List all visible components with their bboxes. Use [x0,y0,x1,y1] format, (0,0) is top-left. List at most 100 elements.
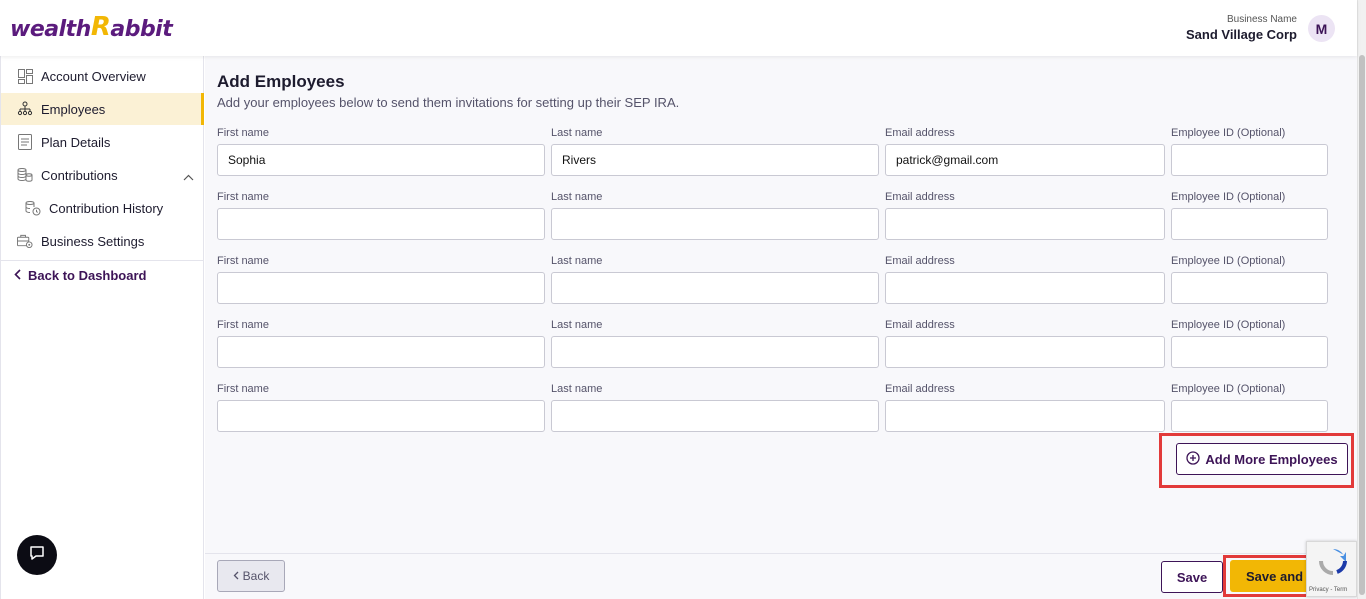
business-name-label: Business Name [1226,14,1297,25]
sidebar-item-label: Account Overview [41,68,146,84]
email-label: Email address [885,383,955,395]
employee-id-input[interactable] [1171,272,1328,304]
email-label: Email address [885,191,955,203]
last-name-field-group: Last name [551,127,879,176]
email-field-group: Email address [885,127,1165,176]
last-name-input[interactable] [551,208,879,240]
recaptcha-icon [1318,546,1348,576]
employee-row: First name Last name Email address Employee… [217,127,1357,191]
first-name-label: First name [217,191,269,203]
briefcase-settings-icon [17,233,33,249]
last-name-label: Last name [551,255,603,267]
employee-id-field-group: Employee ID (Optional) [1171,319,1328,368]
email-label: Email address [885,255,955,267]
first-name-input[interactable] [217,144,545,176]
sidebar-item-contribution-history[interactable]: Contribution History [1,192,204,224]
business-name: Sand Village Corp [1185,27,1297,42]
first-name-label: First name [217,319,269,331]
org-chart-icon [17,101,33,117]
first-name-input[interactable] [217,272,545,304]
top-header: wealth Rabbit Business Name Sand Village … [0,0,1357,56]
last-name-label: Last name [551,127,603,139]
business-info: Business Name Sand Village Corp [1186,14,1297,42]
last-name-input[interactable] [551,336,879,368]
last-name-field-group: Last name [551,319,879,368]
last-name-input[interactable] [551,400,879,432]
back-button[interactable]: Back [217,560,285,592]
chat-bubble-icon [28,544,46,567]
add-more-label: Add More Employees [1205,451,1338,467]
email-input[interactable] [885,208,1165,240]
employee-id-label: Employee ID (Optional) [1171,319,1286,331]
recaptcha-badge[interactable]: Privacy - Term [1306,541,1357,597]
back-to-dashboard-link[interactable]: Back to Dashboard [14,268,146,283]
history-coins-icon [25,200,41,216]
first-name-field-group: First name [217,255,545,304]
logo-text-r: R [90,12,111,42]
last-name-input[interactable] [551,272,879,304]
employee-id-label: Employee ID (Optional) [1171,383,1286,395]
last-name-label: Last name [551,383,603,395]
last-name-input[interactable] [551,144,879,176]
employee-id-field-group: Employee ID (Optional) [1171,191,1328,240]
email-input[interactable] [885,272,1165,304]
employee-row: First name Last name Email address Employee… [217,255,1357,319]
save-button[interactable]: Save [1161,561,1223,593]
add-more-employees-button[interactable]: Add More Employees [1176,443,1348,475]
sidebar-item-label: Employees [41,101,106,117]
employee-id-input[interactable] [1171,144,1328,176]
recaptcha-legal[interactable]: Privacy - Term [1309,587,1347,593]
employee-id-label: Employee ID (Optional) [1171,127,1286,139]
last-name-field-group: Last name [551,255,879,304]
chevron-up-icon[interactable] [183,169,194,184]
employee-id-input[interactable] [1171,208,1328,240]
employee-id-field-group: Employee ID (Optional) [1171,383,1328,432]
sidebar-item-label: Business Settings [41,233,145,249]
email-input[interactable] [885,144,1165,176]
sidebar-item-employees[interactable]: Employees [1,93,204,125]
chevron-left-icon [233,569,239,583]
email-field-group: Email address [885,191,1165,240]
first-name-field-group: First name [217,191,545,240]
first-name-input[interactable] [217,400,545,432]
chevron-left-icon [14,268,21,283]
first-name-field-group: First name [217,383,545,432]
sidebar-item-plan-details[interactable]: Plan Details [1,126,204,158]
email-input[interactable] [885,336,1165,368]
logo-text-suffix: abbit [110,17,173,42]
sidebar-item-label: Contributions [41,167,118,183]
first-name-input[interactable] [217,208,545,240]
last-name-field-group: Last name [551,383,879,432]
employee-id-field-group: Employee ID (Optional) [1171,127,1328,176]
employee-row: First name Last name Email address Employee… [217,191,1357,255]
employee-id-input[interactable] [1171,336,1328,368]
first-name-input[interactable] [217,336,545,368]
email-input[interactable] [885,400,1165,432]
footer-bar: Back Save Save and N Privacy - Term [205,541,1357,599]
sidebar-item-account-overview[interactable]: Account Overview [1,60,204,92]
last-name-field-group: Last name [551,191,879,240]
sidebar-item-contributions[interactable]: Contributions [1,159,204,191]
last-name-label: Last name [551,319,603,331]
vertical-scrollbar[interactable] [1357,0,1366,599]
email-label: Email address [885,127,955,139]
sidebar-divider [1,260,204,261]
employee-id-field-group: Employee ID (Optional) [1171,255,1328,304]
employee-id-label: Employee ID (Optional) [1171,255,1286,267]
page-subtitle: Add your employees below to send them in… [217,95,680,110]
wealthrabbit-logo[interactable]: wealth Rabbit [10,12,173,42]
first-name-label: First name [217,383,269,395]
sidebar: Account Overview Employees Plan Details … [0,56,204,599]
avatar[interactable]: M [1308,15,1335,42]
chat-button[interactable] [17,535,57,575]
email-field-group: Email address [885,319,1165,368]
document-icon [17,134,33,150]
sidebar-item-business-settings[interactable]: Business Settings [1,225,204,257]
employee-id-input[interactable] [1171,400,1328,432]
email-field-group: Email address [885,383,1165,432]
first-name-label: First name [217,127,269,139]
back-label: Back [242,569,270,583]
email-field-group: Email address [885,255,1165,304]
logo-text-prefix: wealth [10,17,91,42]
scrollbar-thumb[interactable] [1359,55,1365,595]
